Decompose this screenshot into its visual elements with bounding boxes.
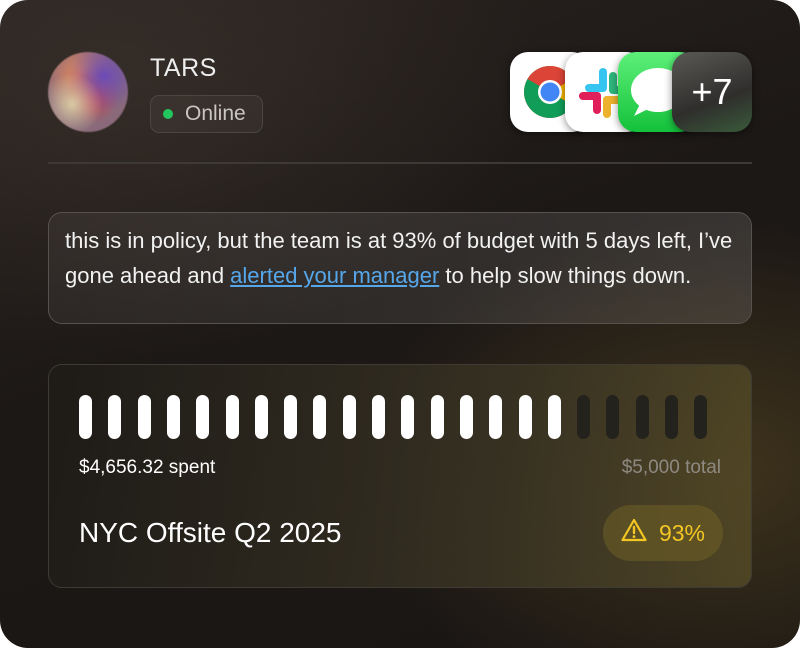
- progress-segment: [342, 395, 356, 439]
- online-dot-icon: [163, 109, 173, 119]
- progress-segment: [137, 395, 151, 439]
- progress-segment: [459, 395, 473, 439]
- progress-segment: [79, 395, 92, 439]
- progress-segment: [196, 395, 210, 439]
- progress-segment: [489, 395, 503, 439]
- progress-segment: [694, 395, 708, 439]
- progress-segment: [665, 395, 678, 439]
- progress-segment: [313, 395, 327, 439]
- progress-segment: [166, 395, 180, 439]
- connected-apps[interactable]: +7: [510, 52, 752, 132]
- warning-icon: [621, 518, 647, 548]
- progress-segment: [372, 395, 385, 439]
- project-name: NYC Offsite Q2 2025: [79, 517, 342, 548]
- message-text-after: to help slow things down.: [439, 263, 692, 288]
- budget-warning-badge: 93%: [602, 505, 723, 561]
- agent-card: TARS Online +7 this is in policy, but th…: [0, 0, 800, 648]
- header-divider: [48, 162, 752, 164]
- alerted-manager-link[interactable]: alerted your manager: [230, 263, 439, 288]
- progress-segment: [577, 395, 591, 439]
- total-amount: $5,000 total: [621, 457, 721, 478]
- budget-percent: 93%: [658, 519, 705, 546]
- progress-segment: [284, 395, 298, 439]
- budget-card[interactable]: $4,656.32 spent $5,000 total NYC Offsite…: [48, 364, 752, 588]
- progress-segment: [225, 395, 239, 439]
- progress-segment: [635, 395, 649, 439]
- status-label: Online: [185, 102, 246, 125]
- more-apps-badge[interactable]: +7: [672, 52, 752, 132]
- progress-segment: [430, 395, 444, 439]
- progress-segment: [401, 395, 415, 439]
- progress-segment: [108, 395, 122, 439]
- agent-name: TARS: [150, 54, 217, 82]
- status-badge: Online: [150, 95, 263, 133]
- progress-segment: [518, 395, 532, 439]
- progress-segment: [606, 395, 620, 439]
- spent-amount: $4,656.32 spent: [79, 457, 216, 478]
- agent-message: this is in policy, but the team is at 93…: [48, 212, 752, 324]
- progress-segment: [254, 395, 268, 439]
- progress-segment: [547, 395, 561, 439]
- agent-avatar: [48, 52, 128, 132]
